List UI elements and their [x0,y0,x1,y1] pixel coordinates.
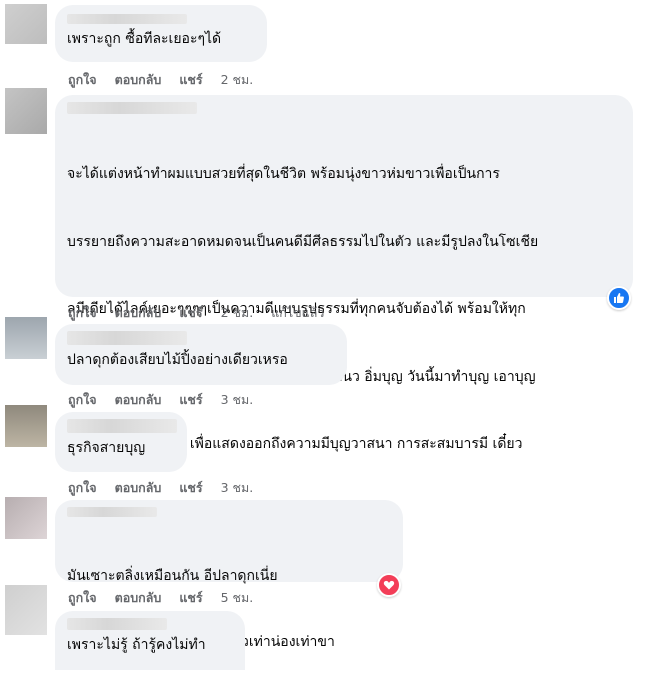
commenter-avatar[interactable] [5,497,47,539]
timestamp[interactable]: 5 ชม. [221,588,254,608]
reply-link[interactable]: ตอบกลับ [115,303,162,323]
share-link[interactable]: แชร์ [179,478,202,498]
commenter-name[interactable] [67,102,197,114]
reply-link[interactable]: ตอบกลับ [115,390,162,410]
comment-text: มันเซาะตลิ่งเหมือนกัน อีปลาดุกเนี่ย ยิ่ง… [67,568,335,650]
commenter-avatar[interactable] [5,405,47,447]
share-link[interactable]: แชร์ [179,303,202,323]
reply-link[interactable]: ตอบกลับ [115,588,162,608]
commenter-name[interactable] [67,14,187,24]
share-link[interactable]: แชร์ [179,70,202,90]
love-reaction-badge[interactable] [377,573,401,597]
like-icon [614,293,624,303]
like-link[interactable]: ถูกใจ [68,478,97,498]
timestamp[interactable]: 3 ชม. [221,390,254,410]
comment-actions: ถูกใจ ตอบกลับ แชร์ 3 ชม. [68,478,271,498]
commenter-avatar[interactable] [5,4,47,44]
reply-link[interactable]: ตอบกลับ [115,70,162,90]
comment-bubble: มันเซาะตลิ่งเหมือนกัน อีปลาดุกเนี่ย ยิ่ง… [55,500,403,650]
comment-text: ธุรกิจสายบุญ [67,440,146,456]
comment-text: ปลาดุกต้องเสียบไม้ปิ้งอย่างเดียวเหรอ [67,352,288,368]
like-link[interactable]: ถูกใจ [68,390,97,410]
comment-actions: ถูกใจ ตอบกลับ แชร์ 2 ชม. [68,70,271,90]
heart-icon [383,580,395,590]
commenter-avatar[interactable] [5,317,47,359]
comment-text: เพราะถูก ซื้อทีละเยอะๆได้ [67,31,222,47]
comment-actions: ถูกใจ ตอบกลับ แชร์ 3 ชม. [68,390,271,410]
comment-actions: ถูกใจ ตอบกลับ แชร์ 5 ชม. [68,588,271,608]
like-link[interactable]: ถูกใจ [68,303,97,323]
comment-bubble: ปลาดุกต้องเสียบไม้ปิ้งอย่างเดียวเหรอ [55,324,347,385]
comment-bubble: เพราะถูก ซื้อทีละเยอะๆได้ [55,5,267,62]
timestamp[interactable]: 2 ชม. [221,70,254,90]
comment-bubble: เพราะไม่รู้ ถ้ารู้คงไม่ทำ [55,611,245,670]
comment-bubble: ธุรกิจสายบุญ [55,412,187,472]
edited-label[interactable]: แก้ไขแล้ว [271,303,324,323]
like-reaction-badge[interactable] [607,286,631,310]
commenter-name[interactable] [67,618,167,630]
like-link[interactable]: ถูกใจ [68,70,97,90]
comment-bubble: จะได้แต่งหน้าทำผมแบบสวยที่สุดในชีวิต พร้… [55,95,633,644]
share-link[interactable]: แชร์ [179,390,202,410]
reply-link[interactable]: ตอบกลับ [115,478,162,498]
share-link[interactable]: แชร์ [179,588,202,608]
commenter-avatar[interactable] [5,88,47,134]
timestamp[interactable]: 2 ชม. [221,303,254,323]
timestamp[interactable]: 3 ชม. [221,478,254,498]
commenter-name[interactable] [67,331,187,345]
commenter-avatar[interactable] [5,585,47,635]
commenter-name[interactable] [67,419,177,433]
commenter-name[interactable] [67,507,157,517]
comment-actions: ถูกใจ ตอบกลับ แชร์ 2 ชม. แก้ไขแล้ว [68,303,342,323]
like-link[interactable]: ถูกใจ [68,588,97,608]
comment-text: เพราะไม่รู้ ถ้ารู้คงไม่ทำ [67,637,206,653]
